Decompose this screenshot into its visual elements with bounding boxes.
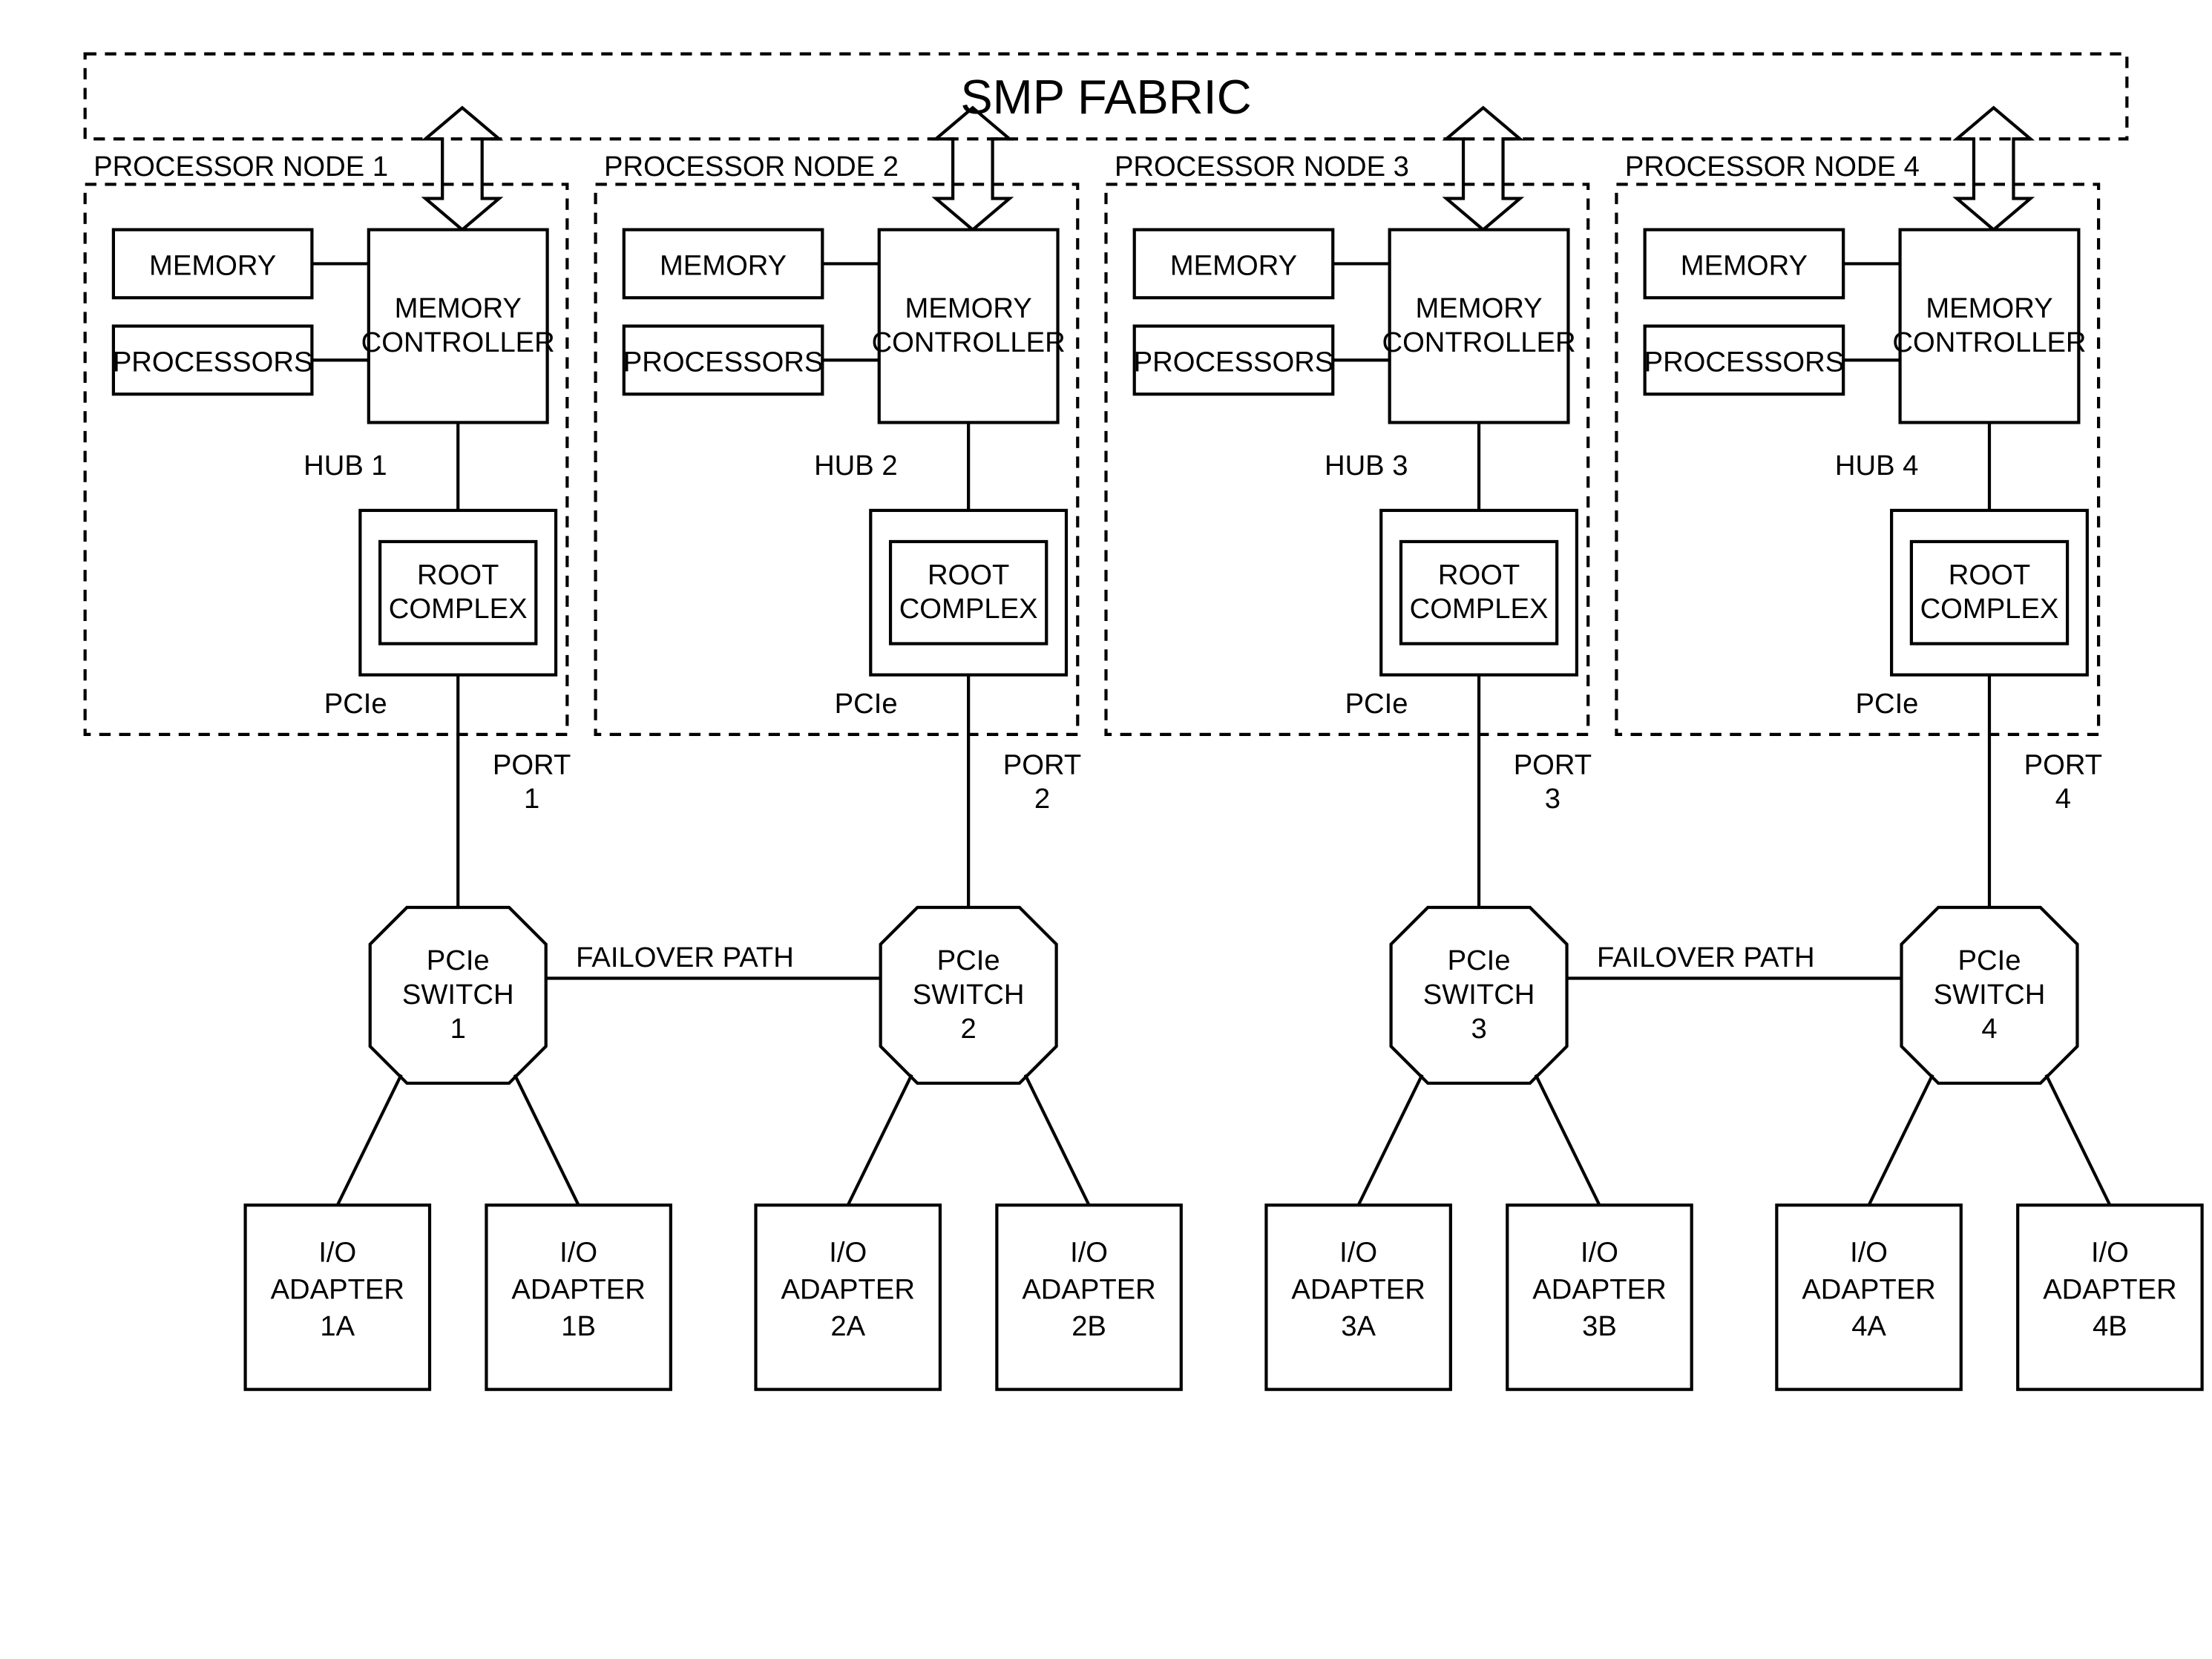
ioB-l2: ADAPTER [511, 1273, 645, 1305]
fabric-arrow-icon [425, 108, 499, 229]
switch-l3: 3 [1471, 1013, 1486, 1045]
ioA-l3: 1A [320, 1310, 355, 1342]
node-title: PROCESSOR NODE 4 [1625, 151, 1920, 183]
root-l2: COMPLEX [899, 593, 1038, 625]
processors-label: PROCESSORS [1644, 346, 1845, 378]
switch-l3: 1 [450, 1013, 466, 1045]
port-l2: 1 [524, 783, 539, 815]
switch-l1: PCIe [1448, 945, 1511, 976]
ioB-l1: I/O [559, 1237, 597, 1269]
root-l1: ROOT [1949, 559, 2030, 591]
memory-label: MEMORY [1170, 250, 1297, 282]
ioA-l3: 2A [830, 1310, 865, 1342]
ioA-l2: ADAPTER [271, 1273, 404, 1305]
memctrl-l2: CONTROLLER [872, 326, 1066, 358]
memory-label: MEMORY [660, 250, 787, 282]
hub-label: HUB 3 [1325, 450, 1408, 482]
ioB-l2: ADAPTER [2043, 1273, 2176, 1305]
memory-label: MEMORY [1681, 250, 1808, 282]
processor-node-3: PROCESSOR NODE 3MEMORYPROCESSORSMEMORYCO… [1106, 108, 1692, 1389]
ioA-l3: 4A [1851, 1310, 1886, 1342]
ioA-l2: ADAPTER [1291, 1273, 1425, 1305]
memctrl-l2: CONTROLLER [1382, 326, 1576, 358]
processors-label: PROCESSORS [113, 346, 313, 378]
ioA-l1: I/O [829, 1237, 867, 1269]
root-l2: COMPLEX [1410, 593, 1549, 625]
processor-node-4: PROCESSOR NODE 4MEMORYPROCESSORSMEMORYCO… [1616, 108, 2202, 1389]
ioB-l3: 1B [561, 1310, 596, 1342]
switch-to-adapterB [515, 1074, 579, 1205]
processor-node-2: PROCESSOR NODE 2MEMORYPROCESSORSMEMORYCO… [596, 108, 1181, 1389]
switch-l2: SWITCH [1423, 979, 1535, 1011]
root-l1: ROOT [1438, 559, 1520, 591]
memctrl-l2: CONTROLLER [361, 326, 555, 358]
switch-l1: PCIe [427, 945, 490, 976]
ioA-l1: I/O [1339, 1237, 1377, 1269]
switch-l1: PCIe [937, 945, 1000, 976]
ioB-l2: ADAPTER [1532, 1273, 1666, 1305]
pcie-label: PCIe [1856, 688, 1919, 720]
switch-l2: SWITCH [402, 979, 514, 1011]
port-l1: PORT [1514, 749, 1592, 781]
fabric-arrow-icon [936, 108, 1009, 229]
port-l1: PORT [1003, 749, 1081, 781]
processors-label: PROCESSORS [1134, 346, 1334, 378]
ioA-l2: ADAPTER [1802, 1273, 1935, 1305]
port-l2: 3 [1545, 783, 1560, 815]
ioB-l1: I/O [2091, 1237, 2129, 1269]
ioB-l2: ADAPTER [1022, 1273, 1155, 1305]
ioB-l1: I/O [1070, 1237, 1108, 1269]
switch-l2: SWITCH [913, 979, 1025, 1011]
root-l1: ROOT [417, 559, 499, 591]
port-l1: PORT [2024, 749, 2102, 781]
root-l1: ROOT [928, 559, 1009, 591]
failover-label-1-2: FAILOVER PATH [576, 942, 794, 973]
hub-label: HUB 4 [1835, 450, 1919, 482]
port-l2: 2 [1034, 783, 1050, 815]
switch-to-adapterB [1025, 1074, 1089, 1205]
smp-fabric-title: SMP FABRIC [960, 70, 1251, 124]
switch-to-adapterB [2046, 1074, 2110, 1205]
switch-to-adapterA [338, 1074, 401, 1205]
memctrl-l1: MEMORY [1926, 292, 2052, 324]
pcie-label: PCIe [324, 688, 387, 720]
switch-l3: 4 [1981, 1013, 1997, 1045]
node-title: PROCESSOR NODE 3 [1115, 151, 1409, 183]
hub-label: HUB 1 [303, 450, 387, 482]
port-l1: PORT [493, 749, 571, 781]
ioB-l3: 2B [1071, 1310, 1106, 1342]
node-title: PROCESSOR NODE 2 [604, 151, 899, 183]
processors-label: PROCESSORS [623, 346, 824, 378]
ioB-l3: 3B [1582, 1310, 1617, 1342]
memory-label: MEMORY [149, 250, 276, 282]
failover-label-3-4: FAILOVER PATH [1597, 942, 1815, 973]
switch-to-adapterA [1869, 1074, 1933, 1205]
ioA-l1: I/O [1850, 1237, 1888, 1269]
ioA-l1: I/O [318, 1237, 356, 1269]
root-l2: COMPLEX [389, 593, 528, 625]
memctrl-l1: MEMORY [1415, 292, 1542, 324]
root-l2: COMPLEX [1920, 593, 2059, 625]
processor-node-1: PROCESSOR NODE 1MEMORYPROCESSORSMEMORYCO… [85, 108, 671, 1389]
hub-label: HUB 2 [814, 450, 898, 482]
pcie-label: PCIe [835, 688, 898, 720]
ioA-l3: 3A [1341, 1310, 1376, 1342]
port-l2: 4 [2055, 783, 2071, 815]
node-title: PROCESSOR NODE 1 [93, 151, 388, 183]
switch-l3: 2 [961, 1013, 977, 1045]
switch-to-adapterA [848, 1074, 912, 1205]
fabric-arrow-icon [1957, 108, 2030, 229]
ioA-l2: ADAPTER [781, 1273, 914, 1305]
switch-to-adapterA [1359, 1074, 1422, 1205]
switch-l2: SWITCH [1934, 979, 2046, 1011]
switch-to-adapterB [1536, 1074, 1600, 1205]
memctrl-l2: CONTROLLER [1892, 326, 2086, 358]
memctrl-l1: MEMORY [395, 292, 522, 324]
ioB-l3: 4B [2093, 1310, 2127, 1342]
pcie-label: PCIe [1345, 688, 1408, 720]
switch-l1: PCIe [1958, 945, 2021, 976]
memctrl-l1: MEMORY [905, 292, 1032, 324]
fabric-arrow-icon [1446, 108, 1520, 229]
ioB-l1: I/O [1581, 1237, 1618, 1269]
